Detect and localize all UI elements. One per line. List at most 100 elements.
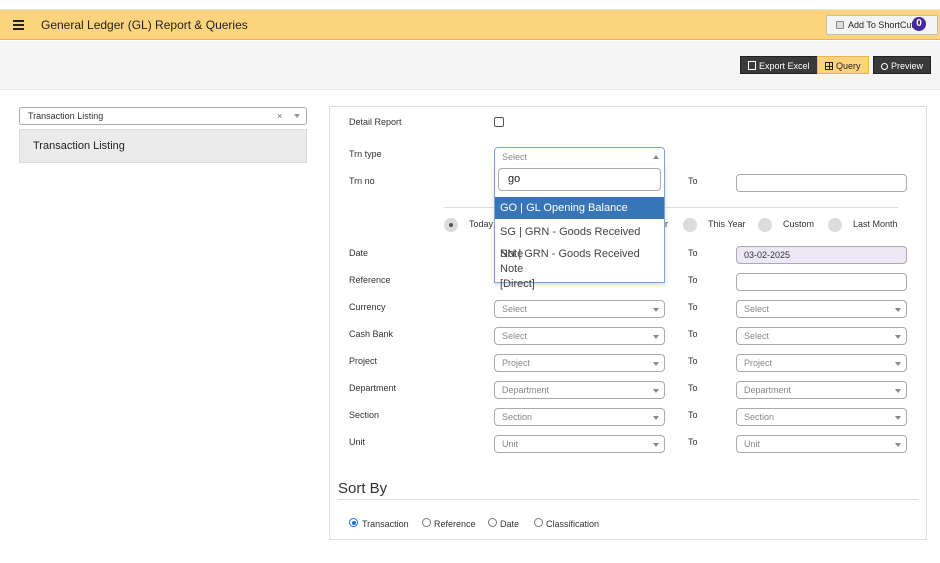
cash-bank-from-select[interactable]: Select <box>494 327 665 345</box>
sort-reference-label: Reference <box>434 519 476 529</box>
dropdown-option-go[interactable]: GO | GL Opening Balance <box>495 197 664 219</box>
dropdown-option-sn[interactable]: SN | GRN - Goods Received Note [Direct] <box>495 245 664 290</box>
project-to-label: To <box>688 356 698 366</box>
reference-to-label: To <box>688 275 698 285</box>
section-to-label: To <box>688 410 698 420</box>
cash-bank-to-label: To <box>688 329 698 339</box>
unit-to-select[interactable]: Unit <box>736 435 907 453</box>
project-from-select[interactable]: Project <box>494 354 665 372</box>
chevron-down-icon <box>895 308 901 312</box>
query-button[interactable]: Query <box>817 56 869 74</box>
currency-from-select[interactable]: Select <box>494 300 665 318</box>
unit-from-placeholder: Unit <box>502 439 519 449</box>
currency-label: Currency <box>349 302 386 312</box>
sort-transaction-radio[interactable] <box>349 518 358 527</box>
period-today-radio[interactable] <box>444 218 458 232</box>
search-icon <box>881 63 888 70</box>
project-to-select[interactable]: Project <box>736 354 907 372</box>
sort-transaction-label: Transaction <box>362 519 409 529</box>
add-to-shortcut-label: Add To ShortCut <box>848 20 914 30</box>
chevron-down-icon <box>653 335 659 339</box>
bookmark-icon <box>836 21 844 29</box>
dropdown-option-sn-line2: [Direct] <box>500 278 535 290</box>
cash-bank-from-placeholder: Select <box>502 331 528 341</box>
department-label: Department <box>349 383 397 393</box>
trn-no-label: Trn no <box>349 176 375 186</box>
currency-from-placeholder: Select <box>502 304 528 314</box>
unit-to-placeholder: Unit <box>744 439 761 449</box>
chevron-down-icon <box>895 389 901 393</box>
section-label: Section <box>349 410 380 420</box>
unit-from-select[interactable]: Unit <box>494 435 665 453</box>
department-to-select[interactable]: Department <box>736 381 907 399</box>
section-to-placeholder: Section <box>744 412 775 422</box>
chevron-down-icon <box>895 362 901 366</box>
department-to-label: To <box>688 383 698 393</box>
period-this-year-radio[interactable] <box>683 218 697 232</box>
page-header: General Ledger (GL) Report & Queries Add… <box>0 10 940 40</box>
chevron-down-icon <box>653 389 659 393</box>
hamburger-menu-icon[interactable] <box>13 20 24 30</box>
sort-date-label: Date <box>500 519 520 529</box>
date-label: Date <box>349 248 369 258</box>
preview-label: Preview <box>891 61 924 71</box>
report-type-value: Transaction Listing <box>28 111 104 121</box>
sort-classification-label: Classification <box>546 519 600 529</box>
clear-icon[interactable]: × <box>277 108 282 125</box>
export-excel-button[interactable]: Export Excel <box>740 56 818 74</box>
dropdown-option-sn-line1: SN | GRN - Goods Received Note <box>500 248 640 275</box>
trn-type-dropdown: go GO | GL Opening Balance SG | GRN - Go… <box>494 165 665 290</box>
page-title: General Ledger (GL) Report & Queries <box>41 18 248 32</box>
chevron-down-icon <box>653 362 659 366</box>
chevron-down-icon <box>653 308 659 312</box>
table-icon <box>825 62 833 70</box>
chevron-down-icon <box>895 443 901 447</box>
sort-reference-radio[interactable] <box>422 518 431 527</box>
department-from-select[interactable]: Department <box>494 381 665 399</box>
currency-to-select[interactable]: Select <box>736 300 907 318</box>
trn-type-search-input[interactable]: go <box>498 168 661 191</box>
reference-to-input[interactable] <box>736 273 907 291</box>
trn-type-label: Trn type <box>349 149 382 159</box>
project-label: Project <box>349 356 378 366</box>
chevron-down-icon <box>895 335 901 339</box>
period-this-year-label: This Year <box>708 219 746 229</box>
chevron-down-icon <box>895 416 901 420</box>
sort-classification-radio[interactable] <box>534 518 543 527</box>
trn-no-to-input[interactable] <box>736 174 907 192</box>
currency-to-placeholder: Select <box>744 304 770 314</box>
detail-report-checkbox[interactable] <box>494 117 504 127</box>
period-last-month-radio[interactable] <box>828 218 842 232</box>
chevron-down-icon <box>653 443 659 447</box>
period-partial-label: r <box>665 219 668 229</box>
dropdown-option-sg[interactable]: SG | GRN - Goods Received Note <box>495 221 664 260</box>
preview-button[interactable]: Preview <box>873 56 932 74</box>
currency-to-label: To <box>688 302 698 312</box>
period-last-month-label: Last Month <box>853 219 898 229</box>
section-from-placeholder: Section <box>502 412 533 422</box>
toolbar: Export Excel Query Preview <box>0 41 940 90</box>
trn-no-to-label: To <box>688 176 698 186</box>
project-from-placeholder: Project <box>502 358 531 368</box>
unit-to-label: To <box>688 437 698 447</box>
sidebar-item-transaction-listing[interactable]: Transaction Listing <box>19 129 307 163</box>
shortcut-count-badge: 0 <box>912 17 926 31</box>
cash-bank-to-placeholder: Select <box>744 331 770 341</box>
period-today-label: Today <box>469 219 494 229</box>
project-to-placeholder: Project <box>744 358 773 368</box>
cash-bank-label: Cash Bank <box>349 329 394 339</box>
section-from-select[interactable]: Section <box>494 408 665 426</box>
section-to-select[interactable]: Section <box>736 408 907 426</box>
period-custom-radio[interactable] <box>758 218 772 232</box>
report-type-select[interactable]: Transaction Listing × <box>19 107 307 125</box>
query-label: Query <box>836 61 861 71</box>
export-excel-label: Export Excel <box>759 61 810 71</box>
trn-type-select[interactable]: Select <box>494 147 665 166</box>
cash-bank-to-select[interactable]: Select <box>736 327 907 345</box>
chevron-down-icon[interactable] <box>294 114 300 118</box>
top-strip <box>0 0 940 10</box>
sort-date-radio[interactable] <box>488 518 497 527</box>
sort-by-title: Sort By <box>338 480 388 497</box>
reference-label: Reference <box>349 275 391 285</box>
date-to-input[interactable]: 03-02-2025 <box>736 246 907 264</box>
